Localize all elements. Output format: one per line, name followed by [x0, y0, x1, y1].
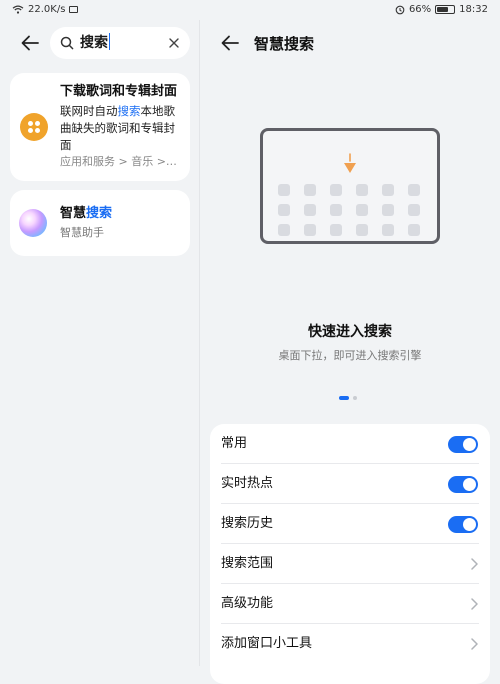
toggle-switch[interactable] — [448, 516, 478, 533]
setting-row-trending[interactable]: 实时热点 — [210, 464, 490, 504]
mail-notification-icon — [69, 6, 79, 13]
pull-down-arrow-icon — [344, 153, 356, 173]
pull-down-illustration — [260, 128, 440, 244]
smart-assistant-orb-icon — [19, 209, 47, 237]
network-speed: 22.0K/s — [28, 4, 66, 15]
setting-label: 高级功能 — [221, 596, 274, 611]
page-dot[interactable] — [353, 396, 357, 400]
match-highlight: 搜索 — [86, 206, 113, 221]
chevron-right-icon — [471, 558, 478, 570]
chevron-right-icon — [471, 598, 478, 610]
result-path: 应用和服务 > 音乐 >… — [60, 155, 177, 168]
battery-percent: 66% — [408, 4, 432, 15]
back-arrow-icon — [21, 35, 39, 51]
back-button[interactable] — [17, 30, 43, 56]
setting-label: 添加窗口小工具 — [221, 636, 313, 651]
alarm-icon — [395, 5, 405, 14]
setting-row-common[interactable]: 常用 — [210, 424, 490, 464]
setting-row-widget[interactable]: 添加窗口小工具 — [210, 624, 490, 664]
match-highlight: 搜索 — [117, 104, 141, 118]
result-title: 下载歌词和专辑封面 — [60, 84, 178, 99]
chevron-right-icon — [471, 638, 478, 650]
clear-icon[interactable] — [168, 37, 180, 49]
result-title: 智慧搜索 — [60, 206, 113, 221]
page-dot-active[interactable] — [339, 396, 349, 400]
battery-icon — [435, 5, 456, 14]
search-input[interactable]: 搜索 — [50, 27, 190, 59]
status-bar: 22.0K/s 66% 18:32 — [0, 0, 500, 20]
setting-label: 常用 — [221, 436, 248, 451]
setting-row-advanced[interactable]: 高级功能 — [210, 584, 490, 624]
text-caret — [109, 33, 110, 50]
search-result-lyrics[interactable]: 下载歌词和专辑封面 联网时自动搜索本地歌曲缺失的歌词和专辑封面 应用和服务 > … — [10, 73, 190, 181]
back-arrow-icon — [221, 35, 239, 51]
music-app-icon — [20, 113, 48, 141]
search-query-text: 搜索 — [80, 33, 110, 51]
setting-label: 实时热点 — [221, 476, 274, 491]
back-button-right[interactable] — [217, 30, 243, 56]
feature-title: 快速进入搜索 — [308, 324, 392, 340]
feature-subtitle: 桌面下拉，即可进入搜索引擎 — [278, 349, 422, 362]
search-icon — [60, 36, 74, 50]
app-icon-grid — [278, 184, 420, 236]
settings-list: 常用 实时热点 搜索历史 搜索范围 高级功能 添加窗口小工具 — [210, 424, 490, 684]
search-result-smart-search[interactable]: 智慧搜索 智慧助手 — [10, 190, 190, 256]
setting-row-scope[interactable]: 搜索范围 — [210, 544, 490, 584]
toggle-switch[interactable] — [448, 436, 478, 453]
clock: 18:32 — [459, 4, 488, 15]
page-title: 智慧搜索 — [254, 35, 315, 53]
setting-row-history[interactable]: 搜索历史 — [210, 504, 490, 544]
setting-label: 搜索范围 — [221, 556, 274, 571]
pane-divider — [199, 20, 200, 666]
setting-label: 搜索历史 — [221, 516, 274, 531]
wifi-icon — [12, 5, 24, 14]
result-description: 联网时自动搜索本地歌曲缺失的歌词和专辑封面 — [60, 104, 175, 152]
page-indicator — [339, 396, 357, 400]
result-subtitle: 智慧助手 — [60, 226, 104, 239]
toggle-switch[interactable] — [448, 476, 478, 493]
